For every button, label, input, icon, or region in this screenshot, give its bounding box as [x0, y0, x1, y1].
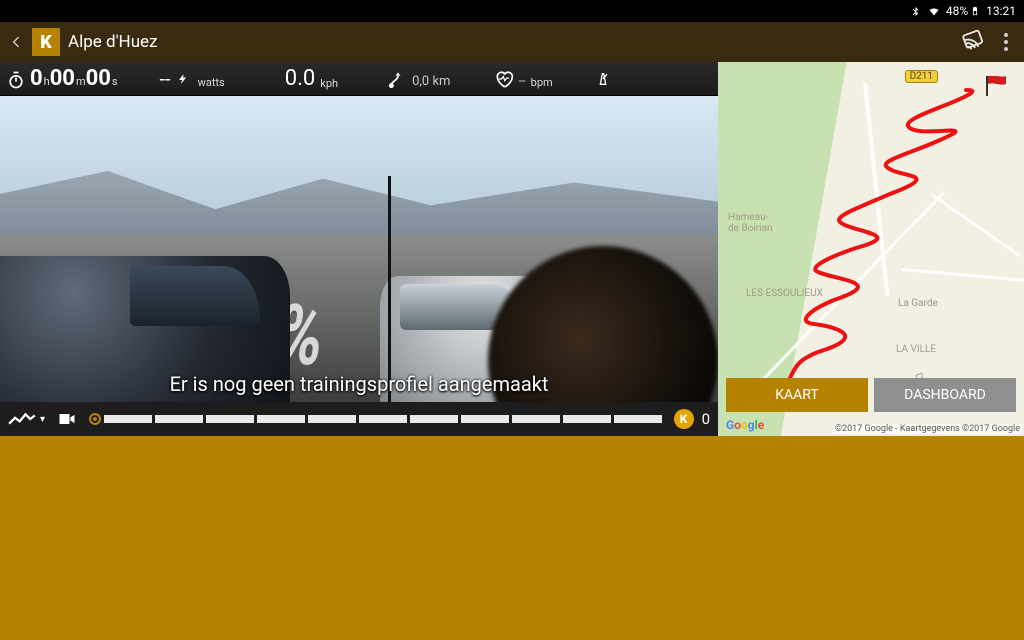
- metric-speed: 0.0 kph: [285, 68, 338, 90]
- battery-pct: 48%: [946, 4, 968, 18]
- android-status-bar: 48% 13:21: [0, 0, 1024, 22]
- video-viewport[interactable]: 1% Er is nog geen trainingsprofiel aange…: [0, 96, 718, 402]
- finish-flag-icon: [986, 76, 988, 96]
- coin-counter: K 0: [674, 409, 710, 429]
- cast-icon[interactable]: [962, 29, 984, 55]
- metric-distance: 0,0 km: [388, 69, 450, 89]
- more-menu-icon[interactable]: [1004, 33, 1008, 51]
- metrics-bar: 0h 00m 00s -- watts 0.0 kph: [0, 62, 718, 96]
- metronome-icon: [593, 69, 613, 89]
- progress-track[interactable]: [89, 413, 662, 425]
- route-icon: [388, 69, 408, 89]
- metric-hr: --bpm: [494, 69, 552, 89]
- bluetooth-icon: [910, 5, 922, 17]
- stopwatch-icon: [6, 70, 26, 90]
- app-logo-letter: K: [40, 32, 52, 53]
- video-frame: 1%: [0, 96, 718, 402]
- timeline-bar: ▾ K 0: [0, 402, 718, 436]
- gps-route: [718, 62, 1024, 402]
- app-bar: K Alpe d'Huez: [0, 22, 1024, 62]
- map-attribution: ©2017 Google - Kaartgegevens ©2017 Googl…: [833, 424, 1022, 434]
- metric-time: 0h 00m 00s: [6, 68, 118, 90]
- bolt-icon: [173, 69, 193, 89]
- bottom-filler: [0, 436, 1024, 640]
- progress-handle[interactable]: [89, 413, 101, 425]
- battery-status: 48%: [946, 4, 980, 18]
- metric-power: -- watts: [160, 69, 225, 89]
- app-logo[interactable]: K: [32, 28, 60, 56]
- wifi-icon: [928, 5, 940, 17]
- tab-kaart[interactable]: KAART: [726, 378, 868, 412]
- tab-dashboard[interactable]: DASHBOARD: [874, 378, 1016, 412]
- video-caption: Er is nog geen trainingsprofiel aangemaa…: [0, 372, 718, 396]
- profile-toggle[interactable]: ▾: [8, 412, 45, 426]
- clock: 13:21: [986, 4, 1016, 18]
- coin-count: 0: [702, 410, 710, 428]
- chevron-down-icon: ▾: [40, 414, 45, 425]
- video-cam-icon[interactable]: [57, 409, 77, 429]
- google-logo: Google: [726, 418, 764, 432]
- back-button[interactable]: [8, 34, 24, 50]
- map-panel[interactable]: D211 Hameau- de Boirian LES ESSOULIEUX L…: [718, 62, 1024, 436]
- heart-icon: [494, 69, 514, 89]
- page-title: Alpe d'Huez: [68, 32, 954, 52]
- coin-icon: K: [674, 409, 694, 429]
